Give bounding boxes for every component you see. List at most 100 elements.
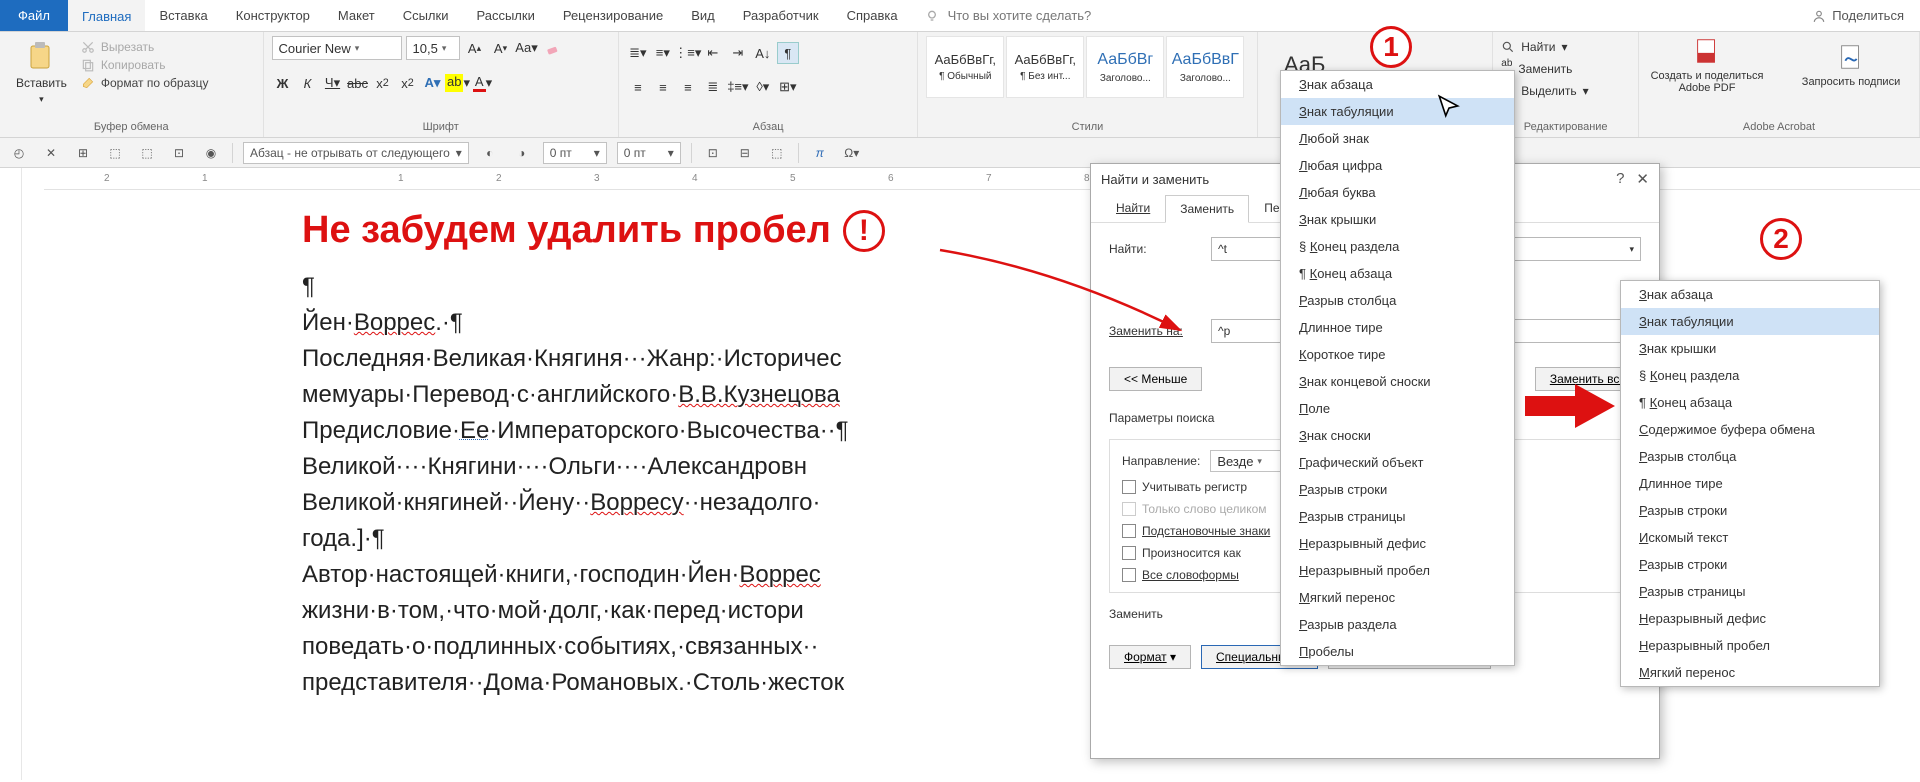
- superscript-button[interactable]: x2: [397, 72, 419, 94]
- highlight-button[interactable]: ab▾: [447, 72, 469, 94]
- numbering-button[interactable]: ≡▾: [652, 42, 674, 64]
- sec-btn-11[interactable]: ⊟: [734, 142, 756, 164]
- sort-button[interactable]: A↓: [752, 42, 774, 64]
- pt2-combo[interactable]: 0 пт▾: [617, 142, 681, 164]
- menu-item[interactable]: Разрыв строки: [1621, 551, 1879, 578]
- sec-btn-2[interactable]: ✕: [40, 142, 62, 164]
- borders-button[interactable]: ⊞▾: [777, 76, 799, 98]
- tab-mailings[interactable]: Рассылки: [462, 0, 548, 31]
- menu-item[interactable]: Графический объект: [1281, 449, 1514, 476]
- sec-btn-5[interactable]: ⬚: [136, 142, 158, 164]
- tab-replace[interactable]: Заменить: [1165, 195, 1249, 223]
- menu-item[interactable]: Разрыв страницы: [1281, 503, 1514, 530]
- menu-item[interactable]: Знак концевой сноски: [1281, 368, 1514, 395]
- menu-item[interactable]: Поле: [1281, 395, 1514, 422]
- menu-item[interactable]: Знак табуляции: [1281, 98, 1514, 125]
- menu-item[interactable]: § Конец раздела: [1621, 362, 1879, 389]
- sec-btn-omega[interactable]: Ω▾: [841, 142, 863, 164]
- align-left-button[interactable]: ≡: [627, 76, 649, 98]
- font-name-combo[interactable]: Courier New▾: [272, 36, 402, 60]
- sec-btn-12[interactable]: ⬚: [766, 142, 788, 164]
- show-marks-button[interactable]: ¶: [777, 42, 799, 64]
- pt1-combo[interactable]: 0 пт▾: [543, 142, 607, 164]
- subscript-button[interactable]: x2: [372, 72, 394, 94]
- menu-item[interactable]: Короткое тире: [1281, 341, 1514, 368]
- shrink-font-button[interactable]: A▾: [490, 37, 512, 59]
- line-spacing-button[interactable]: ‡≡▾: [727, 76, 749, 98]
- tab-review[interactable]: Рецензирование: [549, 0, 677, 31]
- chk-case[interactable]: Учитывать регистр: [1122, 480, 1290, 494]
- tab-home[interactable]: Главная: [68, 0, 145, 31]
- menu-item[interactable]: Длинное тире: [1281, 314, 1514, 341]
- share-button[interactable]: Поделиться: [1796, 0, 1920, 31]
- find-button[interactable]: Найти ▾: [1501, 40, 1588, 54]
- tell-me-search[interactable]: Что вы хотите сделать?: [912, 0, 1797, 31]
- sec-btn-10[interactable]: ⊡: [702, 142, 724, 164]
- menu-item[interactable]: Любой знак: [1281, 125, 1514, 152]
- chk-wildcard[interactable]: Подстановочные знаки: [1122, 524, 1290, 538]
- cut-button[interactable]: Вырезать: [81, 40, 209, 54]
- close-icon[interactable]: ✕: [1636, 170, 1649, 188]
- menu-item[interactable]: Пробелы: [1281, 638, 1514, 665]
- sec-btn-8[interactable]: ◐: [479, 142, 501, 164]
- menu-item[interactable]: Знак табуляции: [1621, 308, 1879, 335]
- menu-item[interactable]: Разрыв строки: [1621, 497, 1879, 524]
- format-button[interactable]: Формат ▾: [1109, 645, 1191, 669]
- menu-item[interactable]: Знак абзаца: [1281, 71, 1514, 98]
- sec-btn-pi[interactable]: π: [809, 142, 831, 164]
- menu-item[interactable]: Разрыв столбца: [1281, 287, 1514, 314]
- format-painter-button[interactable]: Формат по образцу: [81, 76, 209, 90]
- style-heading1[interactable]: АаБбВгЗаголово...: [1086, 36, 1164, 98]
- menu-item[interactable]: Любая цифра: [1281, 152, 1514, 179]
- tab-developer[interactable]: Разработчик: [729, 0, 833, 31]
- menu-item[interactable]: Разрыв раздела: [1281, 611, 1514, 638]
- bold-button[interactable]: Ж: [272, 72, 294, 94]
- chk-whole[interactable]: Только слово целиком: [1122, 502, 1290, 516]
- menu-item[interactable]: Неразрывный пробел: [1281, 557, 1514, 584]
- menu-item[interactable]: Разрыв страницы: [1621, 578, 1879, 605]
- sec-btn-6[interactable]: ⊡: [168, 142, 190, 164]
- menu-item[interactable]: Мягкий перенос: [1621, 659, 1879, 686]
- menu-item[interactable]: Разрыв столбца: [1621, 443, 1879, 470]
- sec-btn-3[interactable]: ⊞: [72, 142, 94, 164]
- menu-item[interactable]: Мягкий перенос: [1281, 584, 1514, 611]
- paste-button[interactable]: Вставить▾: [8, 36, 75, 109]
- style-nospacing[interactable]: АаБбВвГг,¶ Без инт...: [1006, 36, 1084, 98]
- menu-item[interactable]: § Конец раздела: [1281, 233, 1514, 260]
- menu-item[interactable]: Содержимое буфера обмена: [1621, 416, 1879, 443]
- tab-find[interactable]: Найти: [1101, 194, 1165, 222]
- menu-item[interactable]: ¶ Конец абзаца: [1281, 260, 1514, 287]
- menu-item[interactable]: Знак крышки: [1281, 206, 1514, 233]
- create-pdf-button[interactable]: Создать и поделиться Adobe PDF: [1647, 36, 1767, 94]
- inc-indent-button[interactable]: ⇥: [727, 42, 749, 64]
- font-color-button[interactable]: A▾: [472, 72, 494, 94]
- align-center-button[interactable]: ≡: [652, 76, 674, 98]
- multilevel-button[interactable]: ⋮≡▾: [677, 42, 699, 64]
- text-effects-button[interactable]: A▾: [422, 72, 444, 94]
- style-normal[interactable]: АаБбВвГг,¶ Обычный: [926, 36, 1004, 98]
- request-sign-button[interactable]: Запросить подписи: [1791, 42, 1911, 88]
- menu-item[interactable]: Знак абзаца: [1621, 281, 1879, 308]
- justify-button[interactable]: ≣: [702, 76, 724, 98]
- menu-item[interactable]: Искомый текст: [1621, 524, 1879, 551]
- underline-button[interactable]: Ч▾: [322, 72, 344, 94]
- sec-btn-4[interactable]: ⬚: [104, 142, 126, 164]
- tab-references[interactable]: Ссылки: [389, 0, 463, 31]
- tab-file[interactable]: Файл: [0, 0, 68, 31]
- menu-item[interactable]: Знак сноски: [1281, 422, 1514, 449]
- sec-btn-1[interactable]: ◴: [8, 142, 30, 164]
- chk-forms[interactable]: Все словоформы: [1122, 568, 1290, 582]
- shading-button[interactable]: ◊▾: [752, 76, 774, 98]
- tab-insert[interactable]: Вставка: [145, 0, 221, 31]
- align-right-button[interactable]: ≡: [677, 76, 699, 98]
- chk-sounds[interactable]: Произносится как: [1122, 546, 1290, 560]
- font-size-combo[interactable]: 10,5▾: [406, 36, 460, 60]
- tab-help[interactable]: Справка: [833, 0, 912, 31]
- style-heading2[interactable]: АаБбВвГЗаголово...: [1166, 36, 1244, 98]
- sec-btn-7[interactable]: ◉: [200, 142, 222, 164]
- change-case-button[interactable]: Aa▾: [516, 37, 538, 59]
- italic-button[interactable]: К: [297, 72, 319, 94]
- styles-gallery[interactable]: АаБбВвГг,¶ Обычный АаБбВвГг,¶ Без инт...…: [926, 36, 1244, 98]
- help-icon[interactable]: ?: [1616, 170, 1624, 188]
- direction-combo[interactable]: Везде▾: [1210, 450, 1290, 472]
